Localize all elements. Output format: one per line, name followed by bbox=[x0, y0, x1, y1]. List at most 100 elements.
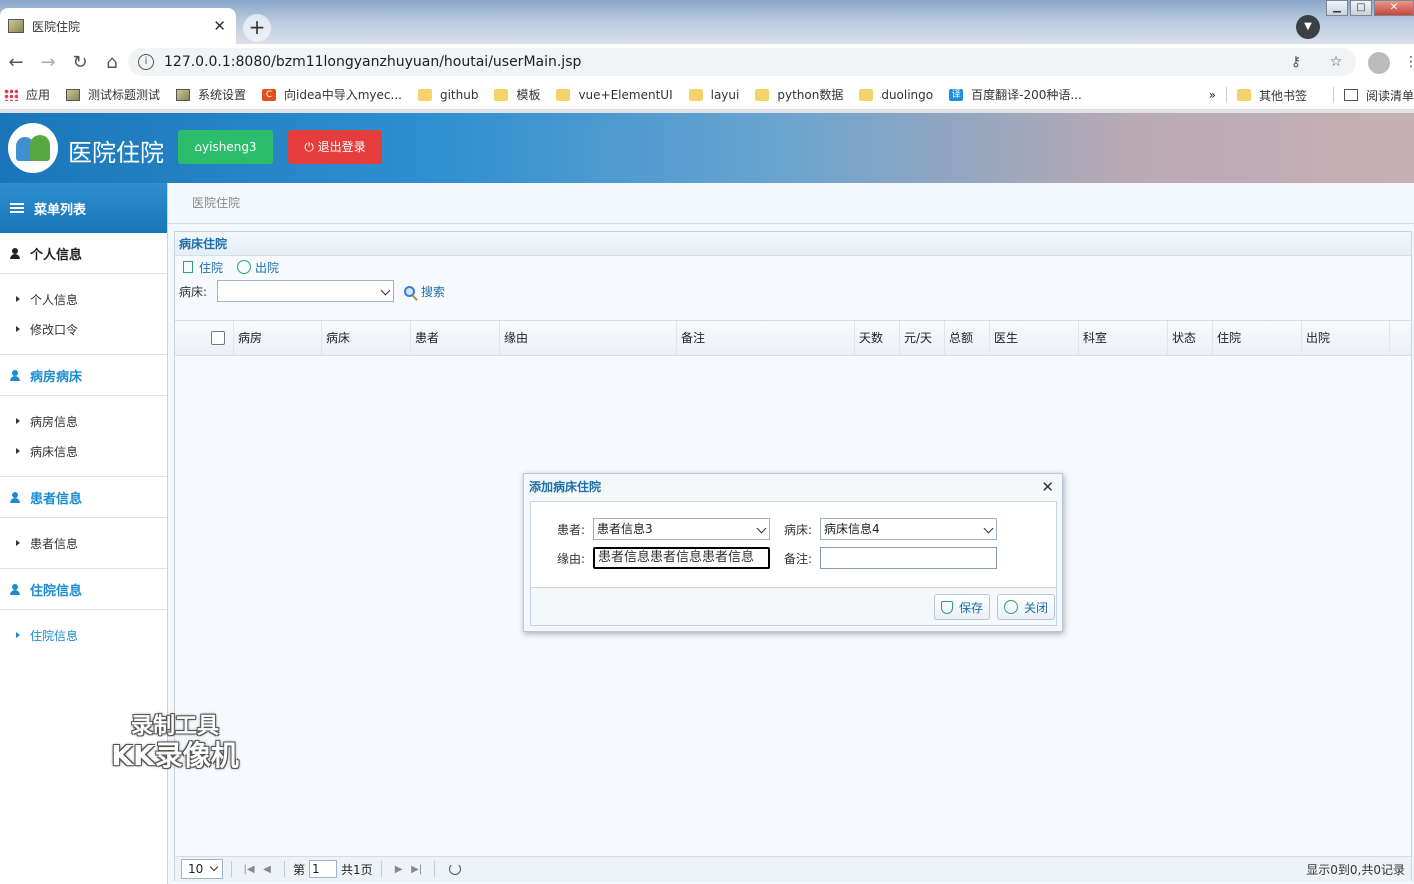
logout-button[interactable]: ⏻ 退出登录 bbox=[288, 130, 382, 164]
first-page-icon[interactable]: |◀ bbox=[240, 864, 258, 875]
bookmark-item[interactable]: duolingo bbox=[859, 88, 933, 102]
column-header[interactable]: 医生 bbox=[989, 321, 1078, 355]
sidebar-section-wards[interactable]: 病房病床 bbox=[0, 355, 167, 396]
bed-filter-select[interactable] bbox=[217, 280, 395, 302]
tab-close-icon[interactable]: ✕ bbox=[213, 17, 226, 35]
select-all-checkbox[interactable] bbox=[211, 331, 225, 345]
admit-button[interactable]: 住院 bbox=[183, 259, 223, 276]
column-header[interactable]: 患者 bbox=[410, 321, 499, 355]
column-header[interactable]: 备注 bbox=[676, 321, 854, 355]
note-input[interactable] bbox=[820, 547, 998, 569]
user-button[interactable]: ⌂yisheng3 bbox=[178, 130, 273, 164]
column-header[interactable]: 病床 bbox=[321, 321, 410, 355]
note-row: 备注: bbox=[784, 547, 998, 569]
divider bbox=[380, 861, 382, 877]
save-button[interactable]: 保存 bbox=[934, 594, 991, 620]
bookmark-item[interactable]: layui bbox=[688, 88, 739, 102]
forward-icon[interactable]: → bbox=[32, 52, 64, 73]
url-text[interactable]: 127.0.0.1:8080/bzm11longyanzhuyuan/houta… bbox=[164, 54, 1276, 70]
sidebar-item-change-password[interactable]: 修改口令 bbox=[0, 314, 167, 344]
users-icon bbox=[14, 133, 52, 163]
dialog-form: 患者: 患者信息3 病床: 病床信息4 缘由: 患者信息患者信息患者信息 备注: bbox=[530, 501, 1057, 588]
bookmark-item[interactable]: 应用 bbox=[4, 86, 50, 103]
dialog-title: 添加病床住院 bbox=[529, 480, 602, 494]
key-icon[interactable]: ⚷ bbox=[1276, 54, 1316, 70]
close-button[interactable]: 关闭 bbox=[997, 594, 1056, 620]
prev-page-icon[interactable]: ◀ bbox=[258, 864, 276, 875]
other-bookmarks[interactable]: 其他书签 bbox=[1236, 87, 1307, 104]
bookmark-item[interactable]: 系统设置 bbox=[176, 86, 246, 103]
column-header[interactable]: 病房 bbox=[233, 321, 321, 355]
column-header[interactable]: 天数 bbox=[854, 321, 899, 355]
bookmark-item[interactable]: 译百度翻译-200种语... bbox=[949, 86, 1082, 103]
caret-right-icon bbox=[16, 326, 20, 332]
sidebar-section-patients[interactable]: 患者信息 bbox=[0, 477, 167, 518]
maximize-icon[interactable]: □ bbox=[1350, 0, 1372, 16]
bookmarks-more-icon[interactable]: » bbox=[1209, 88, 1216, 102]
sidebar-item-personal-info[interactable]: 个人信息 bbox=[0, 284, 167, 314]
account-avatar-icon[interactable] bbox=[1368, 52, 1390, 74]
page-number-input[interactable]: 1 bbox=[309, 860, 338, 878]
tab-search-icon[interactable]: ▼ bbox=[1296, 15, 1320, 39]
bookmarks-right: » 其他书签 阅读清单 bbox=[1202, 80, 1414, 109]
browser-tab[interactable]: 医院住院 ✕ bbox=[0, 8, 236, 44]
window-close-icon[interactable]: ✕ bbox=[1374, 0, 1414, 16]
refresh-icon[interactable] bbox=[448, 863, 461, 875]
sidebar-item-hospitalization-info[interactable]: 住院信息 bbox=[0, 620, 167, 650]
bookmark-item[interactable]: github bbox=[417, 88, 478, 102]
reading-list-icon bbox=[1343, 89, 1358, 101]
page-size-select[interactable]: 10 bbox=[181, 859, 223, 879]
search-button[interactable]: 搜索 bbox=[404, 283, 445, 300]
discharge-button[interactable]: 出院 bbox=[237, 259, 279, 276]
user-icon bbox=[10, 247, 20, 259]
column-header[interactable]: 元/天 bbox=[899, 321, 944, 355]
sidebar-item-bed-info[interactable]: 病床信息 bbox=[0, 436, 167, 466]
bookmark-star-icon[interactable]: ☆ bbox=[1316, 54, 1356, 70]
page-prefix: 第 bbox=[293, 862, 306, 877]
last-page-icon[interactable]: ▶| bbox=[408, 864, 426, 875]
dialog-close-icon[interactable]: ✕ bbox=[1041, 478, 1054, 496]
user-icon bbox=[10, 583, 20, 595]
list-icon bbox=[10, 203, 24, 213]
address-bar[interactable]: i 127.0.0.1:8080/bzm11longyanzhuyuan/hou… bbox=[128, 48, 1356, 76]
panel-title: 病床住院 bbox=[175, 232, 1411, 256]
caret-right-icon bbox=[16, 418, 20, 424]
column-header[interactable]: 出院 bbox=[1301, 321, 1390, 355]
site-info-icon[interactable]: i bbox=[138, 54, 154, 70]
home-icon[interactable]: ⌂ bbox=[96, 52, 128, 73]
reading-list[interactable]: 阅读清单 bbox=[1343, 87, 1414, 104]
sidebar-item-ward-info[interactable]: 病房信息 bbox=[0, 406, 167, 436]
search-icon bbox=[404, 285, 416, 297]
chevron-down-icon bbox=[756, 523, 767, 534]
bookmark-item[interactable]: 测试标题测试 bbox=[66, 86, 160, 103]
sidebar-submenu: 病房信息 病床信息 bbox=[0, 396, 167, 477]
shield-check-icon bbox=[941, 600, 953, 614]
bookmark-item[interactable]: 模板 bbox=[494, 86, 540, 103]
sidebar-item-patient-info[interactable]: 患者信息 bbox=[0, 528, 167, 558]
sidebar-section-personal[interactable]: 个人信息 bbox=[0, 233, 167, 274]
patient-select[interactable]: 患者信息3 bbox=[593, 518, 771, 540]
next-page-icon[interactable]: ▶ bbox=[390, 864, 408, 875]
reload-icon[interactable]: ↻ bbox=[64, 52, 96, 73]
column-header[interactable]: 科室 bbox=[1078, 321, 1167, 355]
bookmark-item[interactable]: vue+ElementUI bbox=[556, 88, 673, 102]
column-header[interactable]: 状态 bbox=[1167, 321, 1212, 355]
back-icon[interactable]: ← bbox=[0, 52, 32, 73]
page-total: 共1页 bbox=[341, 862, 373, 877]
column-header[interactable]: 缘由 bbox=[499, 321, 676, 355]
column-header[interactable]: 总额 bbox=[944, 321, 989, 355]
menu-kebab-icon[interactable]: ⋮ bbox=[1404, 54, 1414, 70]
folder-icon bbox=[494, 88, 509, 101]
column-header[interactable]: 住院 bbox=[1212, 321, 1301, 355]
chevron-down-icon bbox=[983, 523, 994, 534]
divider bbox=[284, 861, 285, 877]
reason-input[interactable]: 患者信息患者信息患者信息 bbox=[593, 547, 771, 569]
sidebar-section-hospitalization[interactable]: 住院信息 bbox=[0, 569, 167, 610]
new-tab-icon[interactable]: + bbox=[243, 14, 271, 42]
bed-select[interactable]: 病床信息4 bbox=[820, 518, 998, 540]
caret-right-icon bbox=[16, 540, 20, 546]
minimize-icon[interactable]: ▁ bbox=[1326, 0, 1348, 16]
grid-header: 病房 病床 患者 缘由 备注 天数 元/天 总额 医生 科室 状态 住院 出院 bbox=[175, 320, 1411, 356]
bookmark-item[interactable]: python数据 bbox=[755, 86, 843, 103]
bookmark-item[interactable]: C 向idea中导入myec... bbox=[262, 86, 402, 103]
